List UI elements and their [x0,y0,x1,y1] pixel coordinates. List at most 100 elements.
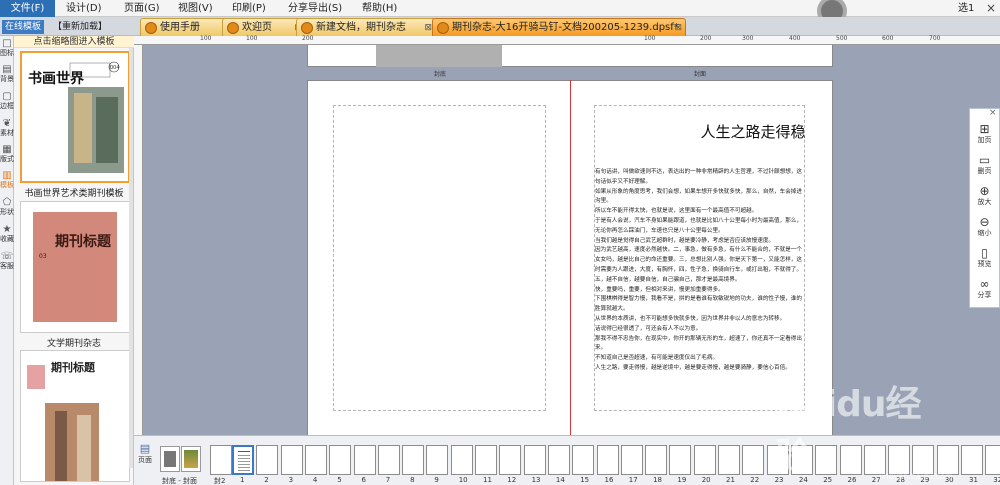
page-thumb[interactable] [475,445,497,475]
document-tab-icon [227,22,239,34]
tab-magazine-document[interactable]: 期刊杂志-大16开骑马钉-文档200205-1239.dpsf* ⊠ [432,18,686,36]
reload-button[interactable]: 【重新加载】 [50,20,110,34]
tab-new-document[interactable]: 新建文档，期刊杂志 ⊠ [296,18,436,36]
close-tab-icon[interactable]: ⊠ [424,19,432,37]
page-thumb[interactable] [547,445,570,475]
page-thumb[interactable] [620,445,643,475]
strip-item-shape[interactable]: ⬠ 形状 [0,197,14,216]
layout-icon: ▦ [2,144,12,155]
article-paragraph: 人生之路，要走得慢，越是逆境中，越是要走得慢，越是要骑静，要信心百倍。 [595,364,791,371]
document-tab-icon [145,22,157,34]
back-cover-thumb[interactable] [160,446,180,472]
page-thumb[interactable] [645,445,668,475]
close-window-icon[interactable]: × [986,1,996,15]
article-paragraph: 那我不得不忠告你，在现实中，你开的那辆无形的车，超速了，你还真不一定看得出来。 [595,335,802,352]
book-icon: ▯ [981,246,988,260]
template-thumb-calligraphy[interactable]: 书画世界 004 [20,51,130,183]
menu-design[interactable]: 设计(D) [62,0,106,17]
template-label: 书画世界艺术类期刊模板 [24,189,124,199]
svg-text:004: 004 [110,65,120,71]
page-thumb[interactable] [742,445,765,475]
article-paragraph: 当我们越是觉得自己武艺超群时，越是要冷静，考虑是否应该放慢速度。 [595,237,775,244]
strip-item-layout[interactable]: ▦ 版式 [0,144,14,163]
page-thumb[interactable] [232,445,254,475]
template-panel-scrollbar[interactable] [129,48,133,468]
panel-tabs: 在线模板 【重新加载】 [0,17,134,36]
zoom-in-button[interactable]: ⊕ 放大 [970,185,999,207]
page-number: 15 [580,476,590,484]
menu-share-export[interactable]: 分享导出(S) [284,0,346,17]
document-tab-icon [301,22,313,34]
delete-page-button[interactable]: ▭ 删页 [970,154,999,176]
preview-button[interactable]: ▯ 预览 [970,247,999,269]
page-thumb[interactable] [377,445,400,475]
menu-file[interactable]: 文件(F) [0,0,55,17]
inside-cover-thumb[interactable] [210,445,232,475]
page-thumb[interactable] [304,445,327,475]
shape-icon: ⬠ [2,197,12,208]
previous-spread[interactable] [307,45,833,67]
page-number: 18 [653,476,663,484]
article-body[interactable]: 有句话讲，叫做欲速则不达，表达出的一种非常精辟的人生哲理，不过针颇想想，这句话似… [595,168,805,374]
template-thumb-magazine[interactable]: 期刊标题 [20,350,130,482]
strip-item-background[interactable]: ▤ 背景 [0,64,14,83]
page-thumb[interactable] [499,445,522,475]
page-thumb[interactable] [961,445,983,475]
close-tab-icon[interactable]: ⊠ [674,19,682,37]
page-number: 32 [993,476,1000,484]
template-hint: 点击缩略图进入模板 [14,36,134,48]
strip-item-favorites[interactable]: ★ 收藏 [0,224,14,243]
page-thumb[interactable] [353,445,376,475]
page-thumb[interactable] [596,445,619,475]
chat-icon: ☏ [0,251,14,262]
menu-view[interactable]: 视图(V) [174,0,217,17]
page-thumb[interactable] [669,445,692,475]
article-title[interactable]: 人生之路走得稳 [603,121,903,142]
page-thumb[interactable] [256,445,279,475]
template-cover-art: 期刊标题 [21,351,129,481]
menu-page[interactable]: 页面(G) [120,0,164,17]
strip-item-template[interactable]: ▥ 模板 [0,170,14,189]
page-thumb[interactable] [450,445,473,475]
menu-bar: 文件(F) 设计(D) 页面(G) 视图(V) 印刷(P) 分享导出(S) 帮助… [0,0,1000,26]
strip-item-icons[interactable]: □ 图标 [0,38,14,57]
article-paragraph: 话说得已经很透了，可还会有人不以为意。 [595,325,702,332]
border-icon: ▢ [2,91,12,102]
page-thumb[interactable] [718,445,740,475]
strip-item-support[interactable]: ☏ 客服 [0,251,14,270]
page-number: 11 [483,476,492,484]
page-tools-panel: ⊞ 加页 ▭ 删页 ⊕ 放大 ⊖ 缩小 ▯ 预览 ∞ 分享 [969,108,1000,308]
template-thumb-literary[interactable]: 期刊标题 03 [20,201,130,333]
strip-item-border[interactable]: ▢ 边框 [0,91,14,110]
page-number: 17 [628,476,638,484]
zoom-out-button[interactable]: ⊖ 缩小 [970,216,999,238]
page-thumb[interactable] [426,445,449,475]
tab-online-templates[interactable]: 在线模板 [2,20,45,34]
tool-icon-strip: □ 图标 ▤ 背景 ▢ 边框 ❦ 素材 ▦ 版式 ▥ 模板 ⬠ 形状 ★ 收藏 ☏ 客服 [0,36,14,485]
page-thumb[interactable] [402,445,425,475]
select-button[interactable]: 选1 [958,0,974,17]
add-page-button[interactable]: ⊞ 加页 [970,123,999,145]
page-number: 20 [701,476,711,484]
background-icon: ▤ [2,64,12,75]
cover-art [184,450,198,468]
strip-item-material[interactable]: ❦ 素材 [0,118,14,137]
page-thumb[interactable] [572,445,595,475]
page-thumb[interactable] [523,445,546,475]
tab-welcome[interactable]: 欢迎页 ⊠ [222,18,306,36]
page-thumb[interactable] [280,445,303,475]
front-cover-thumb[interactable] [181,446,201,472]
zoom-out-icon: ⊖ [979,215,990,229]
page-thumb[interactable] [985,445,1000,475]
template-panel: 点击缩略图进入模板 书画世界 004 书画世界艺术类期刊模板 期刊标题 03 文… [14,36,134,485]
page-thumb[interactable] [329,445,352,475]
page-view-button[interactable]: ▤ 页面 [137,442,153,465]
page-number: 14 [555,476,565,484]
menu-print[interactable]: 印刷(P) [228,0,270,17]
cover-title: 期刊标题 [55,233,112,250]
close-tools-icon[interactable]: × [989,108,997,118]
share-button[interactable]: ∞ 分享 [970,278,999,300]
star-icon: ★ [2,224,12,235]
menu-help[interactable]: 帮助(H) [358,0,401,17]
page-thumb[interactable] [693,445,716,475]
